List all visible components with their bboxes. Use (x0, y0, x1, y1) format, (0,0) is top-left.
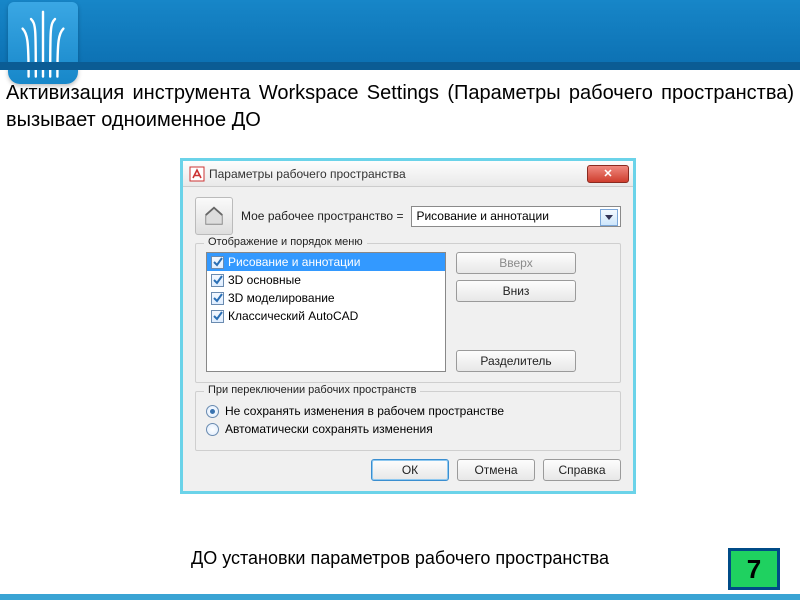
my-workspace-label: Мое рабочее пространство = (241, 209, 403, 223)
slide-title: Активизация инструмента Workspace Settin… (6, 80, 794, 134)
list-item-label: 3D основные (228, 273, 301, 287)
switch-group: При переключении рабочих пространств Не … (195, 391, 621, 451)
display-order-group: Отображение и порядок меню Рисование и а… (195, 243, 621, 383)
cancel-button[interactable]: Отмена (457, 459, 535, 481)
radio-label: Автоматически сохранять изменения (225, 422, 433, 436)
slide-header (0, 0, 800, 62)
checkbox-checked-icon[interactable] (211, 274, 224, 287)
close-button[interactable]: ✕ (587, 165, 629, 183)
app-icon (189, 166, 205, 182)
workspace-listbox[interactable]: Рисование и аннотации 3D основные 3D мод… (206, 252, 446, 372)
radio-autosave[interactable]: Автоматически сохранять изменения (206, 422, 610, 436)
logo-badge (8, 2, 78, 84)
workspace-combo-value: Рисование и аннотации (416, 209, 548, 223)
list-item[interactable]: Рисование и аннотации (207, 253, 445, 271)
list-item-label: Рисование и аннотации (228, 255, 360, 269)
chevron-down-icon (605, 215, 613, 220)
list-item[interactable]: 3D моделирование (207, 289, 445, 307)
move-up-button[interactable]: Вверх (456, 252, 576, 274)
home-icon (195, 197, 233, 235)
radio-unchecked-icon (206, 423, 219, 436)
checkbox-checked-icon[interactable] (211, 310, 224, 323)
slide-caption: ДО установки параметров рабочего простра… (0, 548, 800, 569)
separator-button[interactable]: Разделитель (456, 350, 576, 372)
ok-button[interactable]: ОК (371, 459, 449, 481)
display-order-label: Отображение и порядок меню (204, 236, 367, 248)
switch-group-label: При переключении рабочих пространств (204, 384, 420, 396)
radio-checked-icon (206, 405, 219, 418)
list-item-label: 3D моделирование (228, 291, 335, 305)
radio-label: Не сохранять изменения в рабочем простра… (225, 404, 504, 418)
checkbox-checked-icon[interactable] (211, 292, 224, 305)
dialog-title: Параметры рабочего пространства (209, 167, 587, 181)
dialog-window: Параметры рабочего пространства ✕ Мое ра… (180, 158, 636, 494)
fountain-logo-icon (15, 7, 71, 79)
checkbox-checked-icon[interactable] (211, 256, 224, 269)
workspace-combo[interactable]: Рисование и аннотации (411, 206, 621, 227)
list-item[interactable]: 3D основные (207, 271, 445, 289)
footer-bar (0, 594, 800, 600)
list-item-label: Классический AutoCAD (228, 309, 358, 323)
close-icon: ✕ (603, 167, 612, 180)
radio-no-save[interactable]: Не сохранять изменения в рабочем простра… (206, 404, 610, 418)
move-down-button[interactable]: Вниз (456, 280, 576, 302)
page-number: 7 (728, 548, 780, 590)
list-item[interactable]: Классический AutoCAD (207, 307, 445, 325)
help-button[interactable]: Справка (543, 459, 621, 481)
titlebar[interactable]: Параметры рабочего пространства ✕ (183, 161, 633, 187)
